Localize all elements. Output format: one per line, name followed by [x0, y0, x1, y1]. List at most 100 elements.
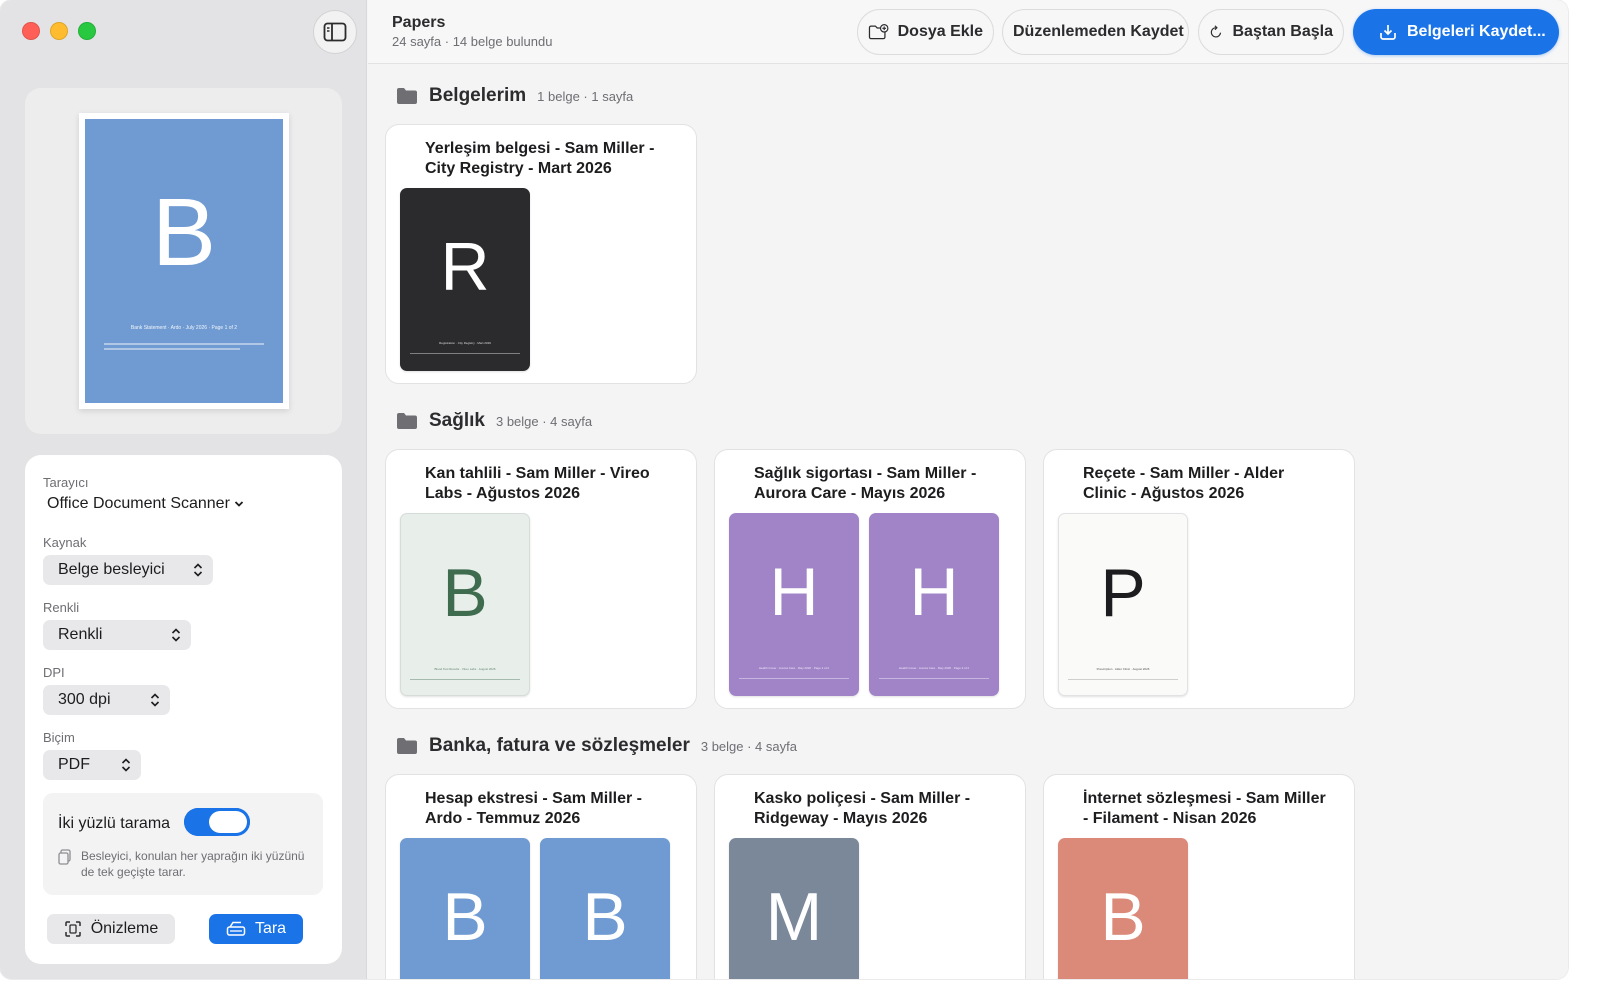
document-title: Kan tahlili - Sam Miller - Vireo Labs - …	[425, 465, 650, 502]
folder-plus-icon	[868, 24, 889, 40]
scanner-picker[interactable]: Office Document Scanner	[47, 495, 244, 513]
folder-icon	[397, 88, 417, 104]
dpi-select[interactable]: 300 dpi	[43, 685, 170, 715]
document-title: Hesap ekstresi - Sam Miller - Ardo - Tem…	[425, 790, 642, 827]
source-value: Belge besleyici	[58, 561, 165, 578]
scanner-icon	[226, 921, 246, 936]
scanner-label: Tarayıcı	[43, 475, 89, 490]
preview-button-label: Önizleme	[90, 920, 159, 937]
dpi-label: DPI	[43, 665, 65, 680]
sidebar: B Bank Statement · Ardo · July 2026 · Pa…	[0, 0, 367, 979]
section-title: Banka, fatura ve sözleşmeler	[429, 735, 690, 756]
document-title: Kasko poliçesi - Sam Miller - Ridgeway -…	[754, 790, 971, 827]
section-title: Belgelerim	[429, 85, 527, 106]
section-header: Sağlık 3 belge · 4 sayfa	[396, 410, 592, 432]
document-card[interactable]: İnternet sözleşmesi - Sam Miller - Filam…	[1043, 774, 1355, 979]
page-letter: M	[765, 879, 823, 955]
preview-scan-icon	[64, 921, 81, 937]
restart-button[interactable]: Baştan Başla	[1198, 9, 1344, 55]
page-letter: B	[442, 879, 488, 955]
document-card[interactable]: Kan tahlili - Sam Miller - Vireo Labs - …	[385, 449, 697, 709]
page-thumbnail[interactable]: H Health Cover · Aurora Care · May 2026 …	[869, 513, 999, 696]
document-card[interactable]: Yerleşim belgesi - Sam Miller - City Reg…	[385, 124, 697, 384]
page-text-line	[410, 679, 520, 680]
format-value: PDF	[58, 756, 90, 773]
document-title: Reçete - Sam Miller - Alder Clinic - Ağu…	[1083, 465, 1285, 502]
page-thumbnail[interactable]: M	[729, 838, 859, 979]
dpi-value: 300 dpi	[58, 691, 111, 708]
main-content: Papers 24 sayfa · 14 belge bulundu Dosya…	[368, 0, 1568, 979]
page-letter: H	[909, 554, 959, 630]
app-window: B Bank Statement · Ardo · July 2026 · Pa…	[0, 0, 1568, 979]
page-text-line	[410, 353, 520, 354]
scan-button[interactable]: Tara	[209, 914, 303, 944]
save-documents-label: Belgeleri Kaydet...	[1407, 23, 1546, 40]
page-caption: Registration · City Registry · Mart 2026	[439, 341, 491, 345]
scan-button-label: Tara	[254, 920, 287, 937]
section-header: Belgelerim 1 belge · 1 sayfa	[396, 85, 633, 107]
save-unedited-label: Düzenlemeden Kaydet	[1013, 23, 1184, 40]
document-count: 24 sayfa · 14 belge bulundu	[392, 34, 553, 49]
document-card[interactable]: Sağlık sigortası - Sam Miller - Aurora C…	[714, 449, 1026, 709]
document-card[interactable]: Hesap ekstresi - Sam Miller - Ardo - Tem…	[385, 774, 697, 979]
scan-preview-card: B Bank Statement · Ardo · July 2026 · Pa…	[25, 88, 342, 434]
page-thumbnail[interactable]: R Registration · City Registry · Mart 20…	[400, 188, 530, 371]
page-thumbnail[interactable]: B Blood Test Results · Vireo Labs · Augu…	[400, 513, 530, 696]
color-label: Renkli	[43, 600, 80, 615]
format-select[interactable]: PDF	[43, 750, 141, 780]
sidebar-toggle-button[interactable]	[313, 10, 357, 54]
page-letter: B	[1100, 879, 1146, 955]
updown-chevron-icon	[171, 628, 181, 642]
app-title: Papers	[392, 14, 446, 31]
page-caption: Health Cover · Aurora Care · May 2026 · …	[898, 666, 970, 670]
document-title: Yerleşim belgesi - Sam Miller - City Reg…	[425, 140, 655, 177]
scan-preview-content: B Bank Statement · Ardo · July 2026 · Pa…	[85, 119, 283, 403]
section-meta: 3 belge · 4 sayfa	[700, 738, 797, 754]
document-title: İnternet sözleşmesi - Sam Miller - Filam…	[1083, 790, 1326, 827]
page-thumbnail[interactable]: B	[400, 838, 530, 979]
toolbar: Papers 24 sayfa · 14 belge bulundu Dosya…	[368, 0, 1568, 64]
page-caption: Prescription · Alder Clinic · August 202…	[1096, 667, 1150, 671]
document-card[interactable]: Reçete - Sam Miller - Alder Clinic - Ağu…	[1043, 449, 1355, 709]
source-label: Kaynak	[43, 535, 87, 550]
page-letter: B	[582, 879, 628, 955]
page-thumbnail[interactable]: H Health Cover · Aurora Care · May 2026 …	[729, 513, 859, 696]
page-text-line	[879, 678, 989, 679]
page-letter: B	[442, 555, 488, 631]
page-thumbnail[interactable]: B	[540, 838, 670, 979]
format-label: Biçim	[43, 730, 75, 745]
save-unedited-button[interactable]: Düzenlemeden Kaydet	[1002, 9, 1189, 55]
page-text-line	[739, 678, 849, 679]
page-thumbnail[interactable]: B	[1058, 838, 1188, 979]
minimize-window-button[interactable]	[50, 22, 68, 40]
document-feeder-icon	[58, 849, 71, 865]
close-window-button[interactable]	[22, 22, 40, 40]
scan-preview-letter: B	[151, 179, 217, 286]
page-thumbnail[interactable]: P Prescription · Alder Clinic · August 2…	[1058, 513, 1188, 696]
restart-icon	[1210, 25, 1222, 38]
window-controls	[22, 22, 96, 40]
section-meta: 3 belge · 4 sayfa	[495, 413, 593, 429]
sidebar-icon	[323, 22, 347, 42]
updown-chevron-icon	[150, 693, 160, 707]
color-select[interactable]: Renkli	[43, 620, 191, 650]
page-caption: Blood Test Results · Vireo Labs · August…	[434, 667, 496, 671]
source-select[interactable]: Belge besleyici	[43, 555, 213, 585]
save-documents-button[interactable]: Belgeleri Kaydet...	[1353, 9, 1559, 55]
document-card[interactable]: Kasko poliçesi - Sam Miller - Ridgeway -…	[714, 774, 1026, 979]
page-letter: P	[1100, 555, 1146, 631]
folder-icon	[397, 738, 417, 754]
preview-button[interactable]: Önizleme	[47, 914, 175, 944]
document-title: Sağlık sigortası - Sam Miller - Aurora C…	[754, 465, 977, 502]
add-file-label: Dosya Ekle	[897, 23, 983, 40]
duplex-hint: Besleyici, konulan her yaprağın iki yüzü…	[58, 848, 313, 880]
duplex-toggle[interactable]	[184, 808, 250, 836]
duplex-label: İki yüzlü tarama	[58, 815, 171, 832]
restart-label: Baştan Başla	[1232, 23, 1334, 40]
add-file-button[interactable]: Dosya Ekle	[857, 9, 994, 55]
color-value: Renkli	[58, 626, 103, 643]
page-letter: H	[769, 554, 819, 630]
duplex-hint-text: Besleyici, konulan her yaprağın iki yüzü…	[81, 849, 305, 879]
zoom-window-button[interactable]	[78, 22, 96, 40]
scan-preview-text-lines	[104, 343, 264, 353]
